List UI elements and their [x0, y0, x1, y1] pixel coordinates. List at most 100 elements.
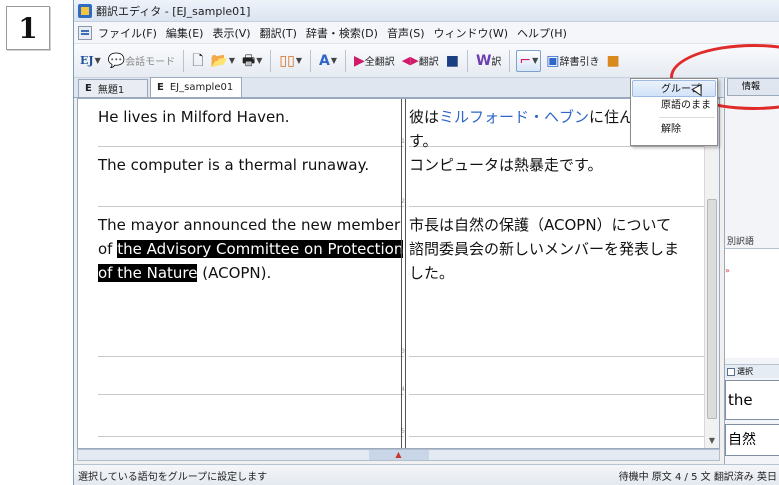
translation-row[interactable]: 市長は自然の保護（ACOPN）について諮問委員会の新しいメンバーを発表しました。: [409, 207, 705, 357]
step-number: 1: [18, 11, 38, 45]
translate-all-label: 全翻訳: [364, 57, 395, 68]
menu-help[interactable]: ヘルプ(H): [517, 25, 567, 41]
menu-dictionary-search[interactable]: 辞書・検索(D): [306, 25, 378, 41]
menu-file[interactable]: ファイル(F): [98, 25, 157, 41]
translation-pane: 彼はミルフォード・ヘブンに住んでいます。 コンピュータは熱暴走です。 市長は自然…: [409, 99, 705, 448]
translation-row[interactable]: コンピュータは熱暴走です。: [409, 147, 705, 207]
folder-icon: 📂: [210, 52, 228, 69]
toolbar-separator: [466, 49, 468, 72]
tab-label: EJ_sample01: [169, 82, 234, 93]
direction-button[interactable]: EJ ▼: [78, 50, 103, 72]
direction-label: EJ: [80, 54, 94, 67]
menu-translate[interactable]: 翻訳(T): [260, 25, 297, 41]
chevron-down-icon: ▼: [295, 56, 302, 65]
source-row[interactable]: 5: [98, 395, 405, 437]
status-translated: 翻訳済み: [713, 471, 754, 483]
scrollbar-thumb[interactable]: [707, 199, 717, 419]
new-document-icon: 🗋: [192, 52, 204, 69]
source-sentence[interactable]: The mayor announced the new member of th…: [98, 207, 404, 285]
toolbar-separator: [310, 49, 311, 72]
menu-window[interactable]: ウィンドウ(W): [434, 25, 508, 41]
translated-proper-noun: ミルフォード・ヘブン: [439, 108, 590, 126]
translation-row[interactable]: [409, 395, 705, 437]
layout-button[interactable]: ▯▯ ▼: [277, 50, 304, 72]
translate-partial-label: 翻訳: [418, 57, 439, 68]
font-button[interactable]: A ▼: [317, 50, 339, 72]
selection-label: 選択: [737, 367, 753, 376]
info-side-panel: 情報 別訳語 » 選択 the 自然: [724, 78, 779, 464]
tab-prefix: E: [157, 82, 164, 93]
menu-item-group[interactable]: グループ: [632, 80, 716, 100]
columns-icon: ▯▯: [279, 52, 295, 69]
source-row[interactable]: The mayor announced the new member of th…: [98, 207, 405, 357]
chevron-down-icon: ▼: [94, 56, 101, 65]
translation-preview-box[interactable]: 自然: [725, 424, 779, 456]
web-translate-button[interactable]: W 訳: [474, 50, 503, 72]
menu-voice[interactable]: 音声(S): [387, 25, 425, 41]
horizontal-splitter[interactable]: ▲: [77, 449, 720, 461]
partial-translate-icon: ◀▶: [401, 53, 419, 67]
menu-view[interactable]: 表示(V): [212, 25, 250, 41]
menu-edit[interactable]: 編集(E): [166, 25, 204, 41]
selection-toggle[interactable]: 選択: [725, 364, 779, 378]
status-progress: 4 / 5 文: [674, 471, 711, 483]
group-button[interactable]: ⌐ ▼: [516, 49, 542, 72]
alt-translation-label: 別訳語: [727, 237, 755, 247]
stop-button[interactable]: ■: [444, 50, 461, 72]
menu-item-release[interactable]: 解除: [631, 121, 717, 138]
conversation-mode-label: 会話モード: [125, 57, 176, 68]
dictionary-lookup-label: 辞書引き: [559, 57, 600, 68]
conversation-mode-button[interactable]: 💬 会話モード: [106, 50, 177, 72]
translation-editor-area: He lives in Milford Haven. 1 The compute…: [77, 98, 720, 449]
stop-icon: ■: [445, 52, 459, 69]
pane-divider[interactable]: [401, 99, 406, 448]
source-sentence[interactable]: The computer is a thermal runaway.: [98, 147, 404, 177]
source-sentence[interactable]: He lives in Milford Haven.: [98, 99, 404, 129]
chevron-down-icon: ▼: [532, 56, 539, 65]
source-row[interactable]: He lives in Milford Haven. 1: [98, 99, 405, 147]
translated-sentence[interactable]: 市長は自然の保護（ACOPN）について諮問委員会の新しいメンバーを発表しました。: [409, 207, 705, 285]
app-icon: [78, 3, 92, 18]
translate-all-button[interactable]: ▶ 全翻訳: [352, 50, 397, 72]
print-button[interactable]: 🖶 ▼: [240, 50, 264, 72]
double-chevron-icon[interactable]: »: [725, 266, 730, 275]
scroll-down-icon[interactable]: ▼: [705, 434, 719, 448]
status-info: 待機中 原文 4 / 5 文 翻訳済み 英日: [619, 468, 779, 483]
source-text: (ACOPN).: [197, 264, 272, 282]
document-icon[interactable]: [78, 25, 92, 40]
alt-translation-list[interactable]: [725, 248, 779, 358]
checkbox-icon[interactable]: [727, 367, 735, 376]
source-row[interactable]: 4: [98, 357, 405, 395]
translation-editor-window: 翻訳エディタ - [EJ_sample01] ファイル(F) 編集(E) 表示(…: [73, 0, 779, 485]
source-row[interactable]: The computer is a thermal runaway. 2: [98, 147, 405, 207]
play-icon: ▶: [354, 52, 365, 69]
chevron-down-icon: ▼: [330, 56, 337, 65]
toolbar-separator: [345, 49, 346, 72]
title-bar: 翻訳エディタ - [EJ_sample01]: [74, 0, 779, 22]
tab-untitled[interactable]: E 無題1: [78, 79, 148, 97]
source-preview-box[interactable]: the: [725, 380, 779, 420]
vertical-scrollbar[interactable]: ▲ ▼: [704, 99, 719, 448]
menu-item-keep-original[interactable]: 原語のまま: [631, 97, 717, 114]
font-size-icon: A: [319, 52, 330, 69]
tool-icon: ■: [606, 52, 620, 69]
expand-chevron-icon[interactable]: ▲: [368, 450, 429, 460]
new-document-button[interactable]: 🗋: [190, 50, 205, 72]
dictionary-lookup-button[interactable]: ▣ 辞書引き: [544, 50, 601, 72]
menu-separator: [659, 117, 715, 118]
translated-sentence[interactable]: コンピュータは熱暴走です。: [409, 147, 705, 177]
extra-tool-button[interactable]: ■: [605, 50, 622, 72]
web-icon: W: [475, 52, 492, 69]
translate-partial-button[interactable]: ◀▶ 翻訳: [400, 50, 441, 72]
translation-row[interactable]: [409, 357, 705, 395]
web-translate-label: 訳: [491, 57, 502, 68]
group-bracket-icon: ⌐: [519, 52, 532, 69]
tab-ej-sample01[interactable]: E EJ_sample01: [150, 77, 243, 97]
open-file-button[interactable]: 📂 ▼: [208, 50, 237, 72]
status-bar: 選択している語句をグループに設定します 待機中 原文 4 / 5 文 翻訳済み …: [74, 464, 779, 485]
toolbar-separator: [183, 49, 185, 72]
toolbar-separator: [509, 49, 511, 72]
status-language: 英日: [757, 471, 777, 483]
printer-icon: 🖶: [242, 52, 256, 69]
status-message: 選択している語句をグループに設定します: [78, 471, 268, 483]
